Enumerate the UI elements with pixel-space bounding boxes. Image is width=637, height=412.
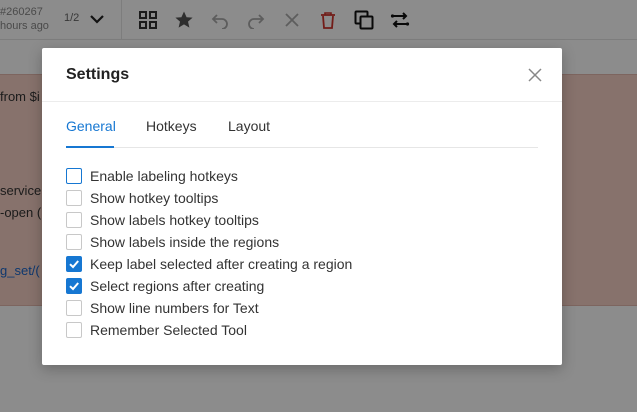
option-label: Enable labeling hotkeys (90, 168, 238, 184)
checkbox[interactable] (66, 322, 82, 338)
active-tab-indicator (66, 146, 114, 148)
option-label: Remember Selected Tool (90, 322, 247, 338)
option-show-labels-inside-regions[interactable]: Show labels inside the regions (66, 231, 466, 253)
checkbox[interactable] (66, 212, 82, 228)
checkbox[interactable] (66, 168, 82, 184)
option-label: Show labels inside the regions (90, 234, 280, 250)
option-label: Select regions after creating (90, 278, 265, 294)
close-icon[interactable] (526, 66, 544, 84)
option-label: Keep label selected after creating a reg… (90, 256, 353, 272)
dialog-header: Settings (42, 48, 562, 102)
option-label: Show hotkey tooltips (90, 190, 219, 206)
checkbox-checked[interactable] (66, 256, 82, 272)
option-label: Show line numbers for Text (90, 300, 259, 316)
checkbox[interactable] (66, 234, 82, 250)
option-show-line-numbers[interactable]: Show line numbers for Text (66, 297, 466, 319)
option-label: Show labels hotkey tooltips (90, 212, 259, 228)
checkbox-checked[interactable] (66, 278, 82, 294)
dialog-title: Settings (66, 66, 130, 83)
checkbox[interactable] (66, 190, 82, 206)
option-remember-selected-tool[interactable]: Remember Selected Tool (66, 319, 466, 341)
settings-tabs: General Hotkeys Layout (66, 118, 538, 148)
settings-dialog: Settings General Hotkeys Layout Enable l… (42, 48, 562, 365)
tab-general[interactable]: General (66, 118, 116, 148)
tab-hotkeys[interactable]: Hotkeys (146, 118, 197, 148)
option-select-regions-after-creating[interactable]: Select regions after creating (66, 275, 466, 297)
option-show-labels-hotkey-tooltips[interactable]: Show labels hotkey tooltips (66, 209, 466, 231)
option-show-hotkey-tooltips[interactable]: Show hotkey tooltips (66, 187, 466, 209)
checkbox[interactable] (66, 300, 82, 316)
option-enable-labeling-hotkeys[interactable]: Enable labeling hotkeys (66, 165, 466, 187)
tab-layout[interactable]: Layout (228, 118, 270, 148)
option-keep-label-selected[interactable]: Keep label selected after creating a reg… (66, 253, 466, 275)
